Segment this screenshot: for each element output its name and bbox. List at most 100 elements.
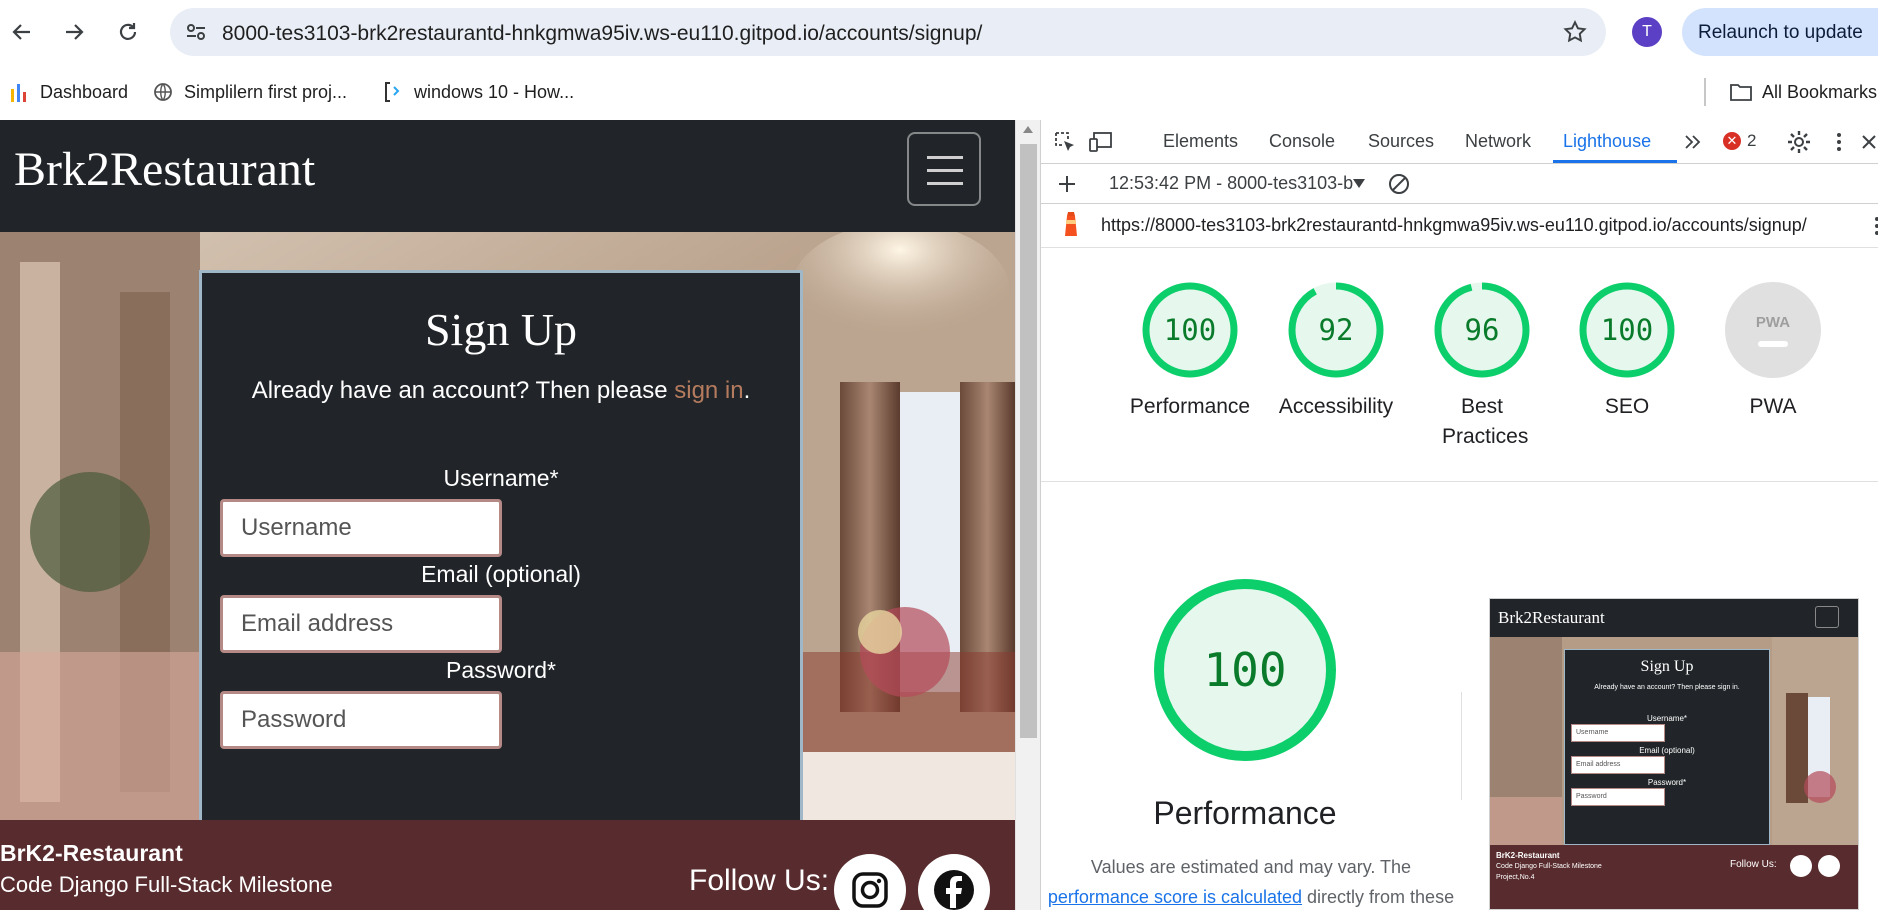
report-selector[interactable]: 12:53:42 PM - 8000-tes3103-b [1109,173,1353,194]
score-value: 96 [1464,313,1500,347]
section-divider [1041,481,1878,482]
bookmark-label: windows 10 - How... [414,81,575,102]
bookmark-windows10[interactable]: windows 10 - How... [382,78,574,106]
bookmarks-bar: Dashboard Simplilern first proj... windo… [0,64,1878,120]
big-score-label: Performance [1153,795,1337,831]
username-label: Username* [443,465,559,491]
vertical-divider [1461,692,1462,800]
all-bookmarks-label: All Bookmarks [1762,81,1878,102]
tab-network[interactable]: Network [1465,131,1531,152]
score-label: Best Practices [1442,395,1529,448]
page-screenshot-thumbnail[interactable]: Brk2Restaurant Sign Up Already have an a… [1489,598,1859,910]
pwa-badge-text: PWA [1755,313,1791,331]
settings-gear-icon[interactable] [1787,130,1811,154]
bookmark-label: Simplilern first proj... [184,81,348,102]
relaunch-button[interactable]: Relaunch to update [1682,8,1878,56]
thumb-signup-card: Sign Up Already have an account? Then pl… [1564,649,1770,845]
page-scrollbar[interactable] [1015,120,1040,910]
site-viewport: Brk2Restaurant Sign Up Already have an a… [0,120,1015,910]
score-gauge-performance[interactable]: 100 Performance [1115,280,1265,422]
device-toolbar-icon[interactable] [1089,130,1113,154]
signup-card: Sign Up Already have an account? Then pl… [199,270,803,820]
thumb-brand: Brk2Restaurant [1498,608,1605,627]
big-score-value: 100 [1203,643,1287,697]
error-icon: ✕ [1723,132,1741,150]
error-count-badge[interactable]: ✕ 2 [1723,131,1756,151]
report-menu-icon[interactable] [1865,214,1878,238]
pwa-dash-icon [1758,340,1788,347]
report-url-bar: https://8000-tes3103-brk2restaurantd-hnk… [1041,204,1878,248]
performance-note: Values are estimated and may vary. The p… [1047,857,1455,907]
signup-title: Sign Up [424,304,578,355]
tab-sources[interactable]: Sources [1368,131,1434,152]
url-text[interactable]: 8000-tes3103-brk2restaurantd-hnkgmwa95iv… [222,22,982,46]
score-value: 100 [1600,313,1654,347]
email-label: Email (optional) [421,561,581,587]
devtools-menu-icon[interactable] [1827,130,1851,154]
score-gauge-pwa[interactable]: PWA PWA [1698,280,1848,422]
thumb-instagram-icon [1790,855,1812,877]
score-label: SEO [1604,395,1650,418]
instagram-icon[interactable] [834,854,906,910]
hero-background-image: Sign Up Already have an account? Then pl… [0,232,1015,820]
profile-avatar[interactable]: T [1632,17,1662,47]
tab-console[interactable]: Console [1269,131,1335,152]
password-input[interactable] [220,691,502,749]
score-gauge-seo[interactable]: 100 SEO [1552,280,1702,422]
username-input[interactable] [220,499,502,557]
score-label: Accessibility [1278,395,1394,418]
scroll-up-icon[interactable] [1023,126,1033,133]
devtools-tabbar: Elements Console Sources Network Lightho… [1041,120,1878,164]
devtools-panel: Elements Console Sources Network Lightho… [1040,120,1878,910]
bookmark-dashboard[interactable]: Dashboard [8,78,128,106]
bookmark-simplilern[interactable]: Simplilern first proj... [152,78,347,106]
bookmark-label: Dashboard [40,81,129,102]
inspect-element-icon[interactable] [1053,130,1077,154]
bookmark-star-icon[interactable] [1562,19,1588,45]
thumb-facebook-icon [1818,855,1840,877]
active-tab-indicator [1553,160,1677,163]
lighthouse-toolbar: 12:53:42 PM - 8000-tes3103-b [1041,164,1878,204]
email-input[interactable] [220,595,502,653]
score-label: Performance [1129,395,1251,418]
reload-icon[interactable] [112,16,144,48]
score-value: 100 [1163,313,1217,347]
dashboard-icon [8,81,30,103]
forward-icon[interactable] [58,16,90,48]
all-bookmarks[interactable]: All Bookmarks [1730,78,1877,106]
facebook-icon[interactable] [918,854,990,910]
close-devtools-icon[interactable] [1857,130,1878,154]
address-bar[interactable]: 8000-tes3103-brk2restaurantd-hnkgmwa95iv… [170,8,1606,56]
score-gauge-best-practices[interactable]: 96 Best Practices [1407,280,1557,452]
bracket-icon [382,81,404,103]
performance-score-link[interactable]: performance score is calculated [1048,887,1302,907]
navbar-toggler-button[interactable] [907,132,981,206]
globe-icon [152,81,174,103]
thumb-navbar: Brk2Restaurant [1490,599,1858,637]
thumb-footer: BrK2-Restaurant Code Django Full-Stack M… [1490,845,1858,909]
back-icon[interactable] [6,16,38,48]
sign-in-link[interactable]: sign in [674,377,743,404]
dropdown-arrow-icon[interactable] [1347,172,1371,196]
footer-title: BrK2-Restaurant [0,840,183,866]
scrollbar-thumb[interactable] [1020,144,1037,738]
site-footer: BrK2-Restaurant Code Django Full-Stack M… [0,820,1015,910]
score-gauge-accessibility[interactable]: 92 Accessibility [1261,280,1411,422]
relaunch-label: Relaunch to update [1698,22,1863,43]
tab-lighthouse[interactable]: Lighthouse [1563,131,1651,152]
clear-reports-icon[interactable] [1387,172,1411,196]
bookmarks-divider [1704,78,1706,106]
browser-toolbar: 8000-tes3103-brk2restaurantd-hnkgmwa95iv… [0,0,1878,64]
tab-elements[interactable]: Elements [1163,131,1238,152]
signup-prompt: Already have an account? Then please sig… [251,377,751,404]
folder-icon [1730,81,1752,103]
new-report-plus-icon[interactable] [1055,172,1079,196]
site-brand[interactable]: Brk2Restaurant [14,142,315,197]
site-navbar: Brk2Restaurant [0,120,1015,232]
lighthouse-icon [1059,212,1083,236]
more-tabs-icon[interactable] [1681,130,1705,154]
report-url-text[interactable]: https://8000-tes3103-brk2restaurantd-hnk… [1101,215,1807,236]
site-info-icon[interactable] [184,20,208,44]
follow-us-label: Follow Us: [689,864,830,897]
password-label: Password* [446,657,556,683]
